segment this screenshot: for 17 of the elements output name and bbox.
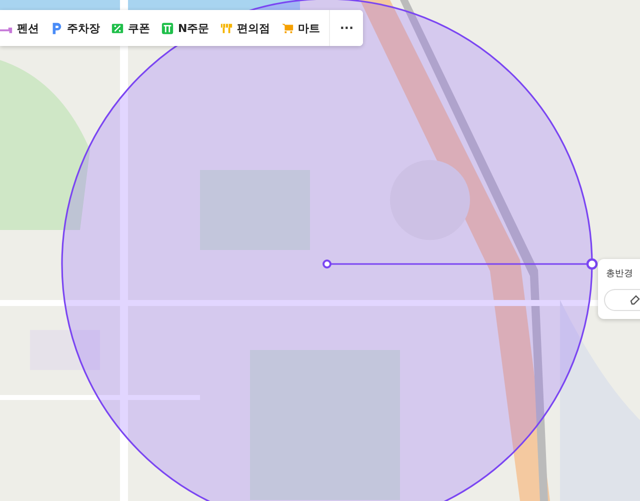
category-button[interactable]: N주문 <box>155 10 214 46</box>
order-icon <box>161 22 174 34</box>
category-button[interactable]: 쿠폰 <box>105 10 155 46</box>
center-handle[interactable] <box>322 260 332 268</box>
eraser-icon <box>628 292 640 304</box>
cart-icon <box>281 22 294 34</box>
category-button[interactable]: 편의점 <box>214 10 276 46</box>
category-button[interactable]: 주차장 <box>44 10 105 46</box>
more-button[interactable]: ··· <box>329 10 364 46</box>
parking-icon <box>50 22 63 34</box>
category-button[interactable]: 펜션 <box>0 10 44 46</box>
category-button[interactable]: 마트 <box>275 10 326 46</box>
store-icon <box>220 22 234 34</box>
panel-title: 총반경 <box>606 268 633 280</box>
erase-button[interactable] <box>604 289 640 311</box>
edge-handle[interactable] <box>586 258 598 270</box>
coupon-icon <box>111 22 124 34</box>
